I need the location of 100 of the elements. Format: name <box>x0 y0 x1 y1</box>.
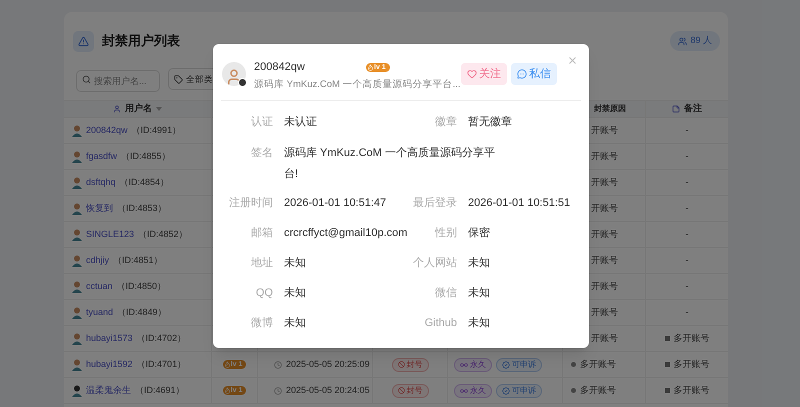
note-text: - <box>686 254 688 267</box>
profile-signature: 源码库 YmKuz.CoM 一个高质量源码分享平台... <box>254 78 461 92</box>
ban-icon <box>398 361 404 368</box>
field-value: 2026-01-01 10:51:47 <box>284 196 386 211</box>
users-icon <box>678 36 688 46</box>
username-link[interactable]: 恢复到 <box>86 202 113 216</box>
ban-reason: 开账号 <box>591 306 618 319</box>
appeal-tag: 可申诉 <box>496 384 542 398</box>
username-link[interactable]: fgasdfw <box>86 150 118 164</box>
username-link[interactable]: tyuand <box>86 306 114 320</box>
avatar-icon <box>72 358 82 370</box>
avatar-icon <box>72 384 82 396</box>
username-link[interactable]: SINGLE123 <box>86 228 134 242</box>
ban-reason: 开账号 <box>591 202 618 215</box>
profile-username: 200842qw <box>254 60 306 75</box>
clock-icon <box>274 386 282 394</box>
username-link[interactable]: dsftqhq <box>86 176 116 190</box>
field-label: 性别 <box>434 226 457 241</box>
field-value: 暂无徽章 <box>468 114 512 130</box>
field-value: crcrcffyct@gmail10p.com <box>284 226 408 241</box>
flame-icon <box>224 387 231 394</box>
infinity-icon <box>460 360 468 368</box>
ban-reason: 开账号 <box>591 150 618 163</box>
user-id: （ID:4702） <box>136 332 186 345</box>
ban-time: 2025-05-05 20:24:05 <box>286 384 370 397</box>
user-icon <box>113 105 121 113</box>
note-text: - <box>686 176 688 189</box>
field-value: 未知 <box>284 256 306 271</box>
follow-button[interactable]: 关注 <box>461 63 507 85</box>
close-icon[interactable] <box>567 55 578 66</box>
field-label: Github <box>424 316 457 331</box>
note-text: - <box>686 280 688 293</box>
username-link[interactable]: 温柔鬼余生 <box>86 384 131 398</box>
note-icon <box>664 388 670 393</box>
warning-icon <box>73 30 94 52</box>
column-header[interactable]: 用户名 <box>125 102 152 116</box>
username-link[interactable]: cdhjiy <box>86 254 110 268</box>
note-text: - <box>686 124 688 137</box>
ban-reason: 多开账号 <box>580 384 616 397</box>
field-label: 认证 <box>250 115 273 130</box>
status-tag: 封号 <box>392 358 428 372</box>
note-text: - <box>686 228 688 241</box>
field-label: 徽章 <box>434 114 457 130</box>
username-link[interactable]: cctuan <box>86 280 113 294</box>
user-id: （ID:4852） <box>138 228 188 241</box>
avatar-icon <box>72 176 82 188</box>
status-tag: 封号 <box>392 384 428 398</box>
field-value: 未知 <box>468 286 490 301</box>
infinity-icon <box>460 386 468 394</box>
avatar-icon <box>72 254 82 266</box>
note-icon <box>664 362 670 367</box>
ban-time: 2025-05-05 20:25:09 <box>286 358 370 371</box>
note-text: 多开账号 <box>674 358 710 371</box>
ban-reason: 多开账号 <box>580 358 616 371</box>
username-link[interactable]: 200842qw <box>86 124 128 138</box>
ban-icon <box>398 387 404 394</box>
user-id: （ID:4855） <box>121 150 171 163</box>
ban-reason: 开账号 <box>591 332 618 345</box>
heart-icon <box>467 69 477 79</box>
note-text: 多开账号 <box>674 384 710 397</box>
flame-icon <box>367 64 374 70</box>
ban-reason: 开账号 <box>591 254 618 267</box>
user-id: （ID:4853） <box>117 202 167 215</box>
field-label: 微信 <box>434 286 457 301</box>
note-text: - <box>686 150 688 163</box>
count-badge: 89 人 <box>670 31 720 51</box>
user-id: （ID:4850） <box>116 280 166 293</box>
avatar-icon <box>72 280 82 292</box>
tag-icon <box>174 74 183 84</box>
note-text: - <box>686 306 688 319</box>
note-text: - <box>686 202 688 215</box>
field-label: 邮箱 <box>250 226 273 241</box>
note-icon <box>664 336 670 341</box>
user-id: （ID:4851） <box>113 254 163 267</box>
avatar-icon <box>72 332 82 344</box>
field-value: 源码库 YmKuz.CoM 一个高质量源码分享平台! <box>284 146 496 182</box>
note-icon <box>672 105 680 113</box>
page-title: 封禁用户列表 <box>102 32 180 50</box>
chat-icon <box>517 69 527 79</box>
message-button[interactable]: 私信 <box>511 63 557 85</box>
field-value: 2026-01-01 10:51:51 <box>468 196 570 211</box>
avatar-icon <box>72 228 82 240</box>
column-header: 封禁原因 <box>594 103 626 115</box>
field-label: 签名 <box>250 146 273 161</box>
avatar-icon <box>72 202 82 214</box>
field-value: 未知 <box>468 256 490 271</box>
ban-reason: 开账号 <box>591 176 618 189</box>
search-field[interactable]: 搜索用户名... <box>76 70 160 92</box>
username-link[interactable]: hubayi1573 <box>86 332 133 346</box>
username-link[interactable]: hubayi1592 <box>86 358 133 372</box>
ban-reason: 开账号 <box>591 228 618 241</box>
note-text: 多开账号 <box>674 332 710 345</box>
user-id: （ID:4991） <box>132 124 182 137</box>
field-label: QQ <box>254 286 273 301</box>
field-value: 保密 <box>468 226 490 241</box>
avatar-icon <box>72 124 82 136</box>
field-label: 个人网站 <box>413 256 457 271</box>
user-id: （ID:4701） <box>136 358 186 371</box>
user-id: （ID:4849） <box>117 306 167 319</box>
sort-caret-icon[interactable] <box>156 107 162 111</box>
